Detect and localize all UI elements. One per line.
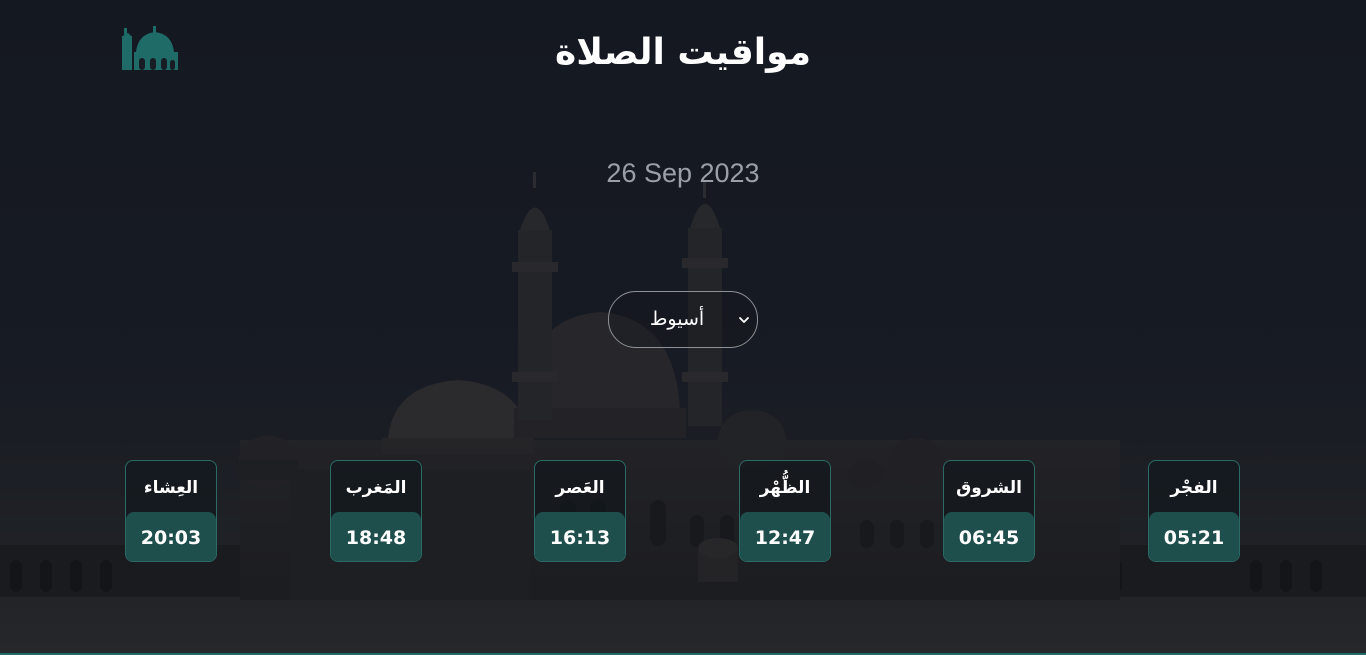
app-root: مواقيت الصلاة 26 Sep 2023 أسيوط الفجْر 0… [0, 0, 1366, 655]
prayer-card-maghrib: المَغرب 18:48 [330, 460, 422, 562]
prayer-time: 06:45 [958, 527, 1020, 549]
prayer-time: 18:48 [345, 527, 407, 549]
prayer-card-asr: العَصر 16:13 [534, 460, 626, 562]
chevron-down-icon [739, 317, 749, 323]
prayer-name: المَغرب [345, 478, 407, 498]
prayer-card-fajr: الفجْر 05:21 [1148, 460, 1240, 562]
prayer-time-box: 12:47 [740, 512, 830, 561]
prayer-time-box: 16:13 [535, 512, 625, 561]
prayer-time-box: 18:48 [331, 512, 421, 561]
current-date: 26 Sep 2023 [606, 158, 760, 188]
city-select[interactable]: أسيوط [608, 291, 758, 348]
prayer-time: 16:13 [549, 527, 611, 549]
prayer-time: 20:03 [140, 527, 202, 549]
prayer-name: الشروق [956, 478, 1022, 498]
prayer-time-box: 06:45 [944, 512, 1034, 561]
prayer-time: 12:47 [754, 527, 816, 549]
city-select-value: أسيوط [649, 308, 705, 330]
prayer-name: الفجْر [1170, 478, 1218, 498]
prayer-time: 05:21 [1163, 527, 1225, 549]
page-title: مواقيت الصلاة [554, 32, 812, 73]
prayer-card-isha: العِشاء 20:03 [125, 460, 217, 562]
prayer-name: العَصر [555, 478, 605, 498]
prayer-card-sunrise: الشروق 06:45 [943, 460, 1035, 562]
prayer-time-box: 20:03 [126, 512, 216, 561]
prayer-time-box: 05:21 [1149, 512, 1239, 561]
prayer-name: العِشاء [143, 478, 199, 498]
prayer-card-dhuhr: الظُّهْر 12:47 [739, 460, 831, 562]
prayer-name: الظُّهْر [759, 478, 811, 498]
